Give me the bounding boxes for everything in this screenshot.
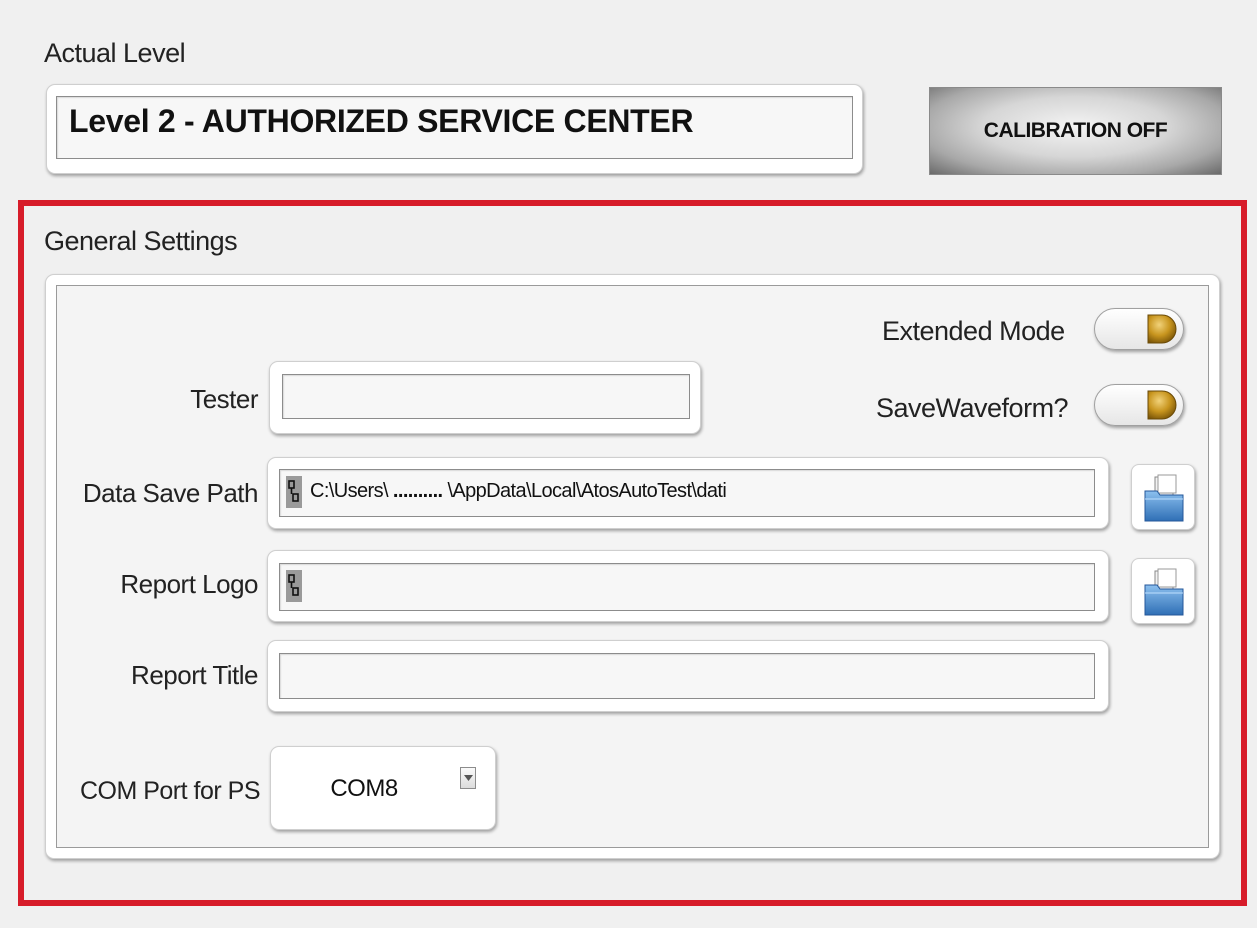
data-save-path-browse-button[interactable]: [1131, 464, 1195, 530]
save-waveform-label: SaveWaveform?: [876, 393, 1069, 423]
actual-level-label: Actual Level: [44, 38, 186, 68]
com-port-select[interactable]: COM8: [270, 746, 496, 830]
report-title-field[interactable]: [267, 640, 1109, 712]
report-logo-label: Report Logo: [120, 569, 258, 599]
com-port-value: COM8: [330, 775, 398, 802]
com-port-label: COM Port for PS: [79, 777, 261, 805]
calibration-toggle-button[interactable]: CALIBRATION OFF: [929, 87, 1222, 175]
save-waveform-toggle[interactable]: [1094, 380, 1186, 430]
tester-label: Tester: [190, 384, 258, 414]
folder-browse-icon: [1144, 568, 1184, 616]
report-title-label: Report Title: [131, 660, 258, 690]
actual-level-value: Level 2 - AUTHORIZED SERVICE CENTER: [69, 103, 694, 139]
path-icon: [286, 476, 302, 508]
data-save-path-field[interactable]: C:\Users\ .......... \AppData\Local\Atos…: [267, 457, 1109, 529]
path-icon: [286, 570, 302, 602]
data-save-path-value: C:\Users\ .......... \AppData\Local\Atos…: [310, 480, 727, 502]
tester-field[interactable]: [269, 361, 701, 434]
settings-panel: Actual Level Level 2 - AUTHORIZED SERVIC…: [0, 0, 1257, 928]
report-logo-browse-button[interactable]: [1131, 558, 1195, 624]
toggle-knob-icon: [1147, 314, 1177, 344]
extended-mode-label: Extended Mode: [882, 316, 1065, 346]
report-logo-field[interactable]: [267, 550, 1109, 622]
tester-input[interactable]: [282, 374, 690, 419]
folder-browse-icon: [1144, 474, 1184, 522]
general-settings-title: General Settings: [44, 226, 238, 256]
actual-level-indicator: Level 2 - AUTHORIZED SERVICE CENTER: [46, 84, 863, 174]
dropdown-arrow-icon[interactable]: [460, 767, 476, 789]
report-title-input[interactable]: [279, 653, 1095, 699]
extended-mode-toggle[interactable]: [1094, 304, 1186, 354]
report-logo-input[interactable]: [279, 563, 1095, 611]
toggle-knob-icon: [1147, 390, 1177, 420]
data-save-path-label: Data Save Path: [82, 478, 259, 508]
data-save-path-input[interactable]: C:\Users\ .......... \AppData\Local\Atos…: [279, 469, 1095, 517]
